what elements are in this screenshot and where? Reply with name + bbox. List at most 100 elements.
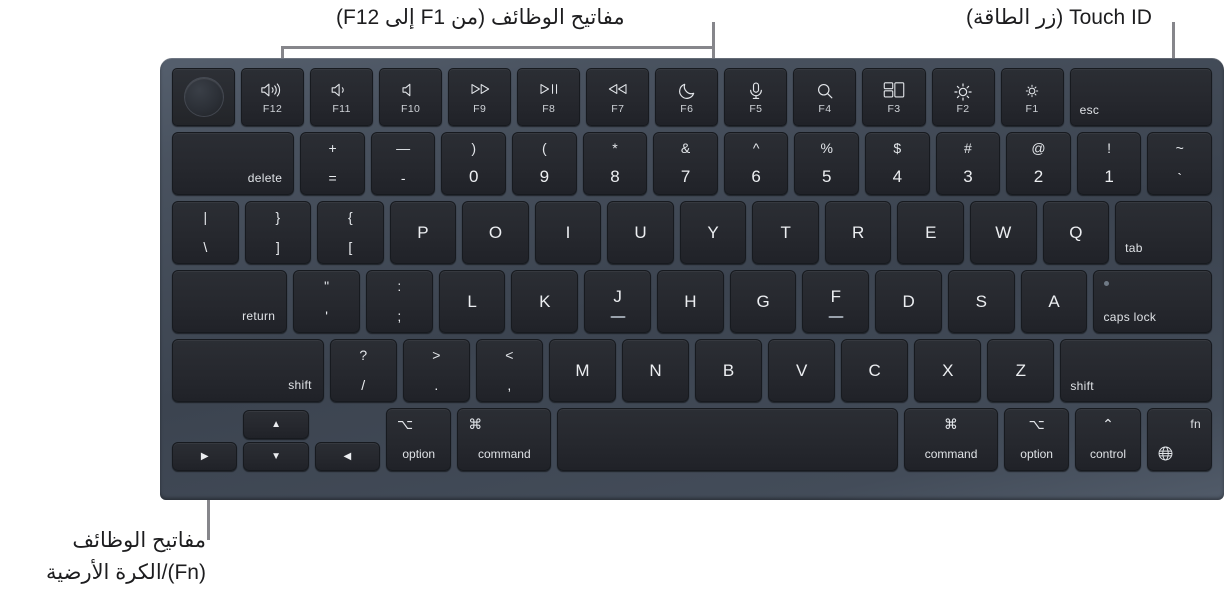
key-9-label: 9 <box>539 167 550 186</box>
key-f1-label: F1 <box>1025 103 1039 115</box>
keyboard-row-shift: shift Z X C V B N M < , > . ? / shift <box>172 339 1212 402</box>
key-slash[interactable]: ? / <box>329 339 397 402</box>
key-period[interactable]: > . <box>402 339 470 402</box>
key-f5-dictation[interactable]: F5 <box>724 68 788 126</box>
key-u[interactable]: U <box>607 201 674 264</box>
arrow-keys-vertical-cluster: ▲ ▼ <box>243 408 309 471</box>
key-control[interactable]: ⌃ control <box>1075 408 1141 471</box>
key-f10-mute[interactable]: F10 <box>379 68 443 126</box>
key-6[interactable]: ^ 6 <box>723 132 789 195</box>
key-fn-globe[interactable]: fn <box>1146 408 1212 471</box>
key-left-bracket[interactable]: { [ <box>317 201 384 264</box>
key-b[interactable]: B <box>695 339 763 402</box>
mission-control-icon <box>883 81 905 99</box>
key-semicolon[interactable]: : ; <box>365 270 433 333</box>
key-f2-brightness-up[interactable]: F2 <box>931 68 995 126</box>
key-f7-label: F7 <box>611 103 625 115</box>
key-q[interactable]: Q <box>1042 201 1110 264</box>
key-tab[interactable]: tab <box>1115 201 1212 264</box>
key-4-label: 4 <box>892 167 903 186</box>
key-space[interactable] <box>557 408 899 471</box>
key-w[interactable]: W <box>970 201 1037 264</box>
key-k[interactable]: K <box>511 270 579 333</box>
key-arrow-left[interactable]: ◀ <box>314 442 381 471</box>
key-quote[interactable]: " ' <box>293 270 360 333</box>
key-f11-volume-down[interactable]: F11 <box>310 68 374 126</box>
key-x[interactable]: X <box>914 339 982 402</box>
keyboard-row-home: caps lock A S D F G H J K L : ; " ' retu… <box>171 270 1212 333</box>
key-g-label: G <box>756 291 770 311</box>
key-j[interactable]: J <box>584 270 651 333</box>
key-p[interactable]: P <box>389 201 457 264</box>
key-i[interactable]: I <box>534 201 602 264</box>
key-m-label: M <box>575 360 590 380</box>
key-f7-rewind[interactable]: F7 <box>586 68 650 126</box>
key-v[interactable]: V <box>768 339 836 402</box>
key-g[interactable]: G <box>729 270 797 333</box>
key-0[interactable]: ) 0 <box>441 132 507 195</box>
key-i-label: I <box>565 222 571 242</box>
key-right-bracket[interactable]: } ] <box>244 201 312 264</box>
key-f4-spotlight[interactable]: F4 <box>793 68 857 126</box>
key-y[interactable]: Y <box>679 201 747 264</box>
key-backtick[interactable]: ~ ` <box>1147 132 1212 195</box>
key-equals[interactable]: + = <box>300 132 365 195</box>
key-comma-label: , <box>507 377 512 393</box>
key-delete[interactable]: delete <box>172 132 295 195</box>
key-f1-brightness-down[interactable]: F1 <box>1000 68 1064 126</box>
key-command-left[interactable]: ⌘ command <box>904 408 998 471</box>
key-f[interactable]: F <box>802 270 870 333</box>
key-command-right[interactable]: ⌘ command <box>457 408 552 471</box>
key-z[interactable]: Z <box>987 339 1055 402</box>
key-f3-mission-control[interactable]: F3 <box>862 68 926 126</box>
key-a[interactable]: A <box>1020 270 1088 333</box>
key-f6-do-not-disturb[interactable]: F6 <box>655 68 719 126</box>
key-option-left[interactable]: ⌥ option <box>1003 408 1070 471</box>
key-backslash[interactable]: | \ <box>172 201 239 264</box>
key-d[interactable]: D <box>875 270 942 333</box>
key-minus[interactable]: — - <box>370 132 436 195</box>
macbook-keyboard: esc F1 F2 F3 F4 F5 F6 F7 F8 F9 F10 F11 F… <box>160 58 1224 500</box>
key-h[interactable]: H <box>656 270 724 333</box>
key-o[interactable]: O <box>462 201 529 264</box>
key-t[interactable]: T <box>752 201 819 264</box>
key-0-label: 0 <box>469 167 479 186</box>
leader-line-touch-id <box>1172 22 1175 60</box>
key-equals-shift-label: + <box>328 140 337 156</box>
key-touch-id-power-button[interactable] <box>171 68 236 126</box>
key-8[interactable]: * 8 <box>582 132 648 195</box>
key-1[interactable]: ! 1 <box>1076 132 1142 195</box>
brightness-down-icon <box>1022 81 1042 101</box>
key-minus-label: - <box>400 170 406 186</box>
key-shift-left[interactable]: shift <box>1060 339 1212 402</box>
key-caps-lock[interactable]: caps lock <box>1093 270 1212 333</box>
key-shift-right[interactable]: shift <box>172 339 324 402</box>
key-comma[interactable]: < , <box>475 339 543 402</box>
key-esc[interactable]: esc <box>1069 68 1212 126</box>
key-m[interactable]: M <box>548 339 616 402</box>
key-7[interactable]: & 7 <box>653 132 718 195</box>
key-f9-fast-forward[interactable]: F9 <box>448 68 512 126</box>
key-delete-label: delete <box>247 171 283 185</box>
key-e[interactable]: E <box>897 201 965 264</box>
key-arrow-down[interactable]: ▼ <box>243 442 309 471</box>
key-3[interactable]: # 3 <box>935 132 1001 195</box>
key-c[interactable]: C <box>841 339 909 402</box>
key-r[interactable]: R <box>824 201 892 264</box>
key-2[interactable]: @ 2 <box>1006 132 1071 195</box>
key-f12-volume-up[interactable]: F12 <box>241 68 305 126</box>
key-f8-play-pause[interactable]: F8 <box>517 68 581 126</box>
key-9[interactable]: ( 9 <box>512 132 577 195</box>
key-4[interactable]: $ 4 <box>865 132 930 195</box>
key-arrow-up[interactable]: ▲ <box>243 410 309 439</box>
key-n[interactable]: N <box>621 339 690 402</box>
key-arrow-right[interactable]: ▶ <box>172 442 238 471</box>
key-s-label: S <box>975 291 988 311</box>
key-arrow-right-label: ▶ <box>200 451 209 462</box>
key-return[interactable]: return <box>171 270 288 333</box>
key-option-right[interactable]: ⌥ option <box>386 408 452 471</box>
key-s[interactable]: S <box>947 270 1015 333</box>
key-5[interactable]: % 5 <box>794 132 860 195</box>
diagram-canvas: مفاتيح الوظائف (من F1 إلى F12) Touch ID … <box>0 0 1224 612</box>
key-l[interactable]: L <box>438 270 506 333</box>
